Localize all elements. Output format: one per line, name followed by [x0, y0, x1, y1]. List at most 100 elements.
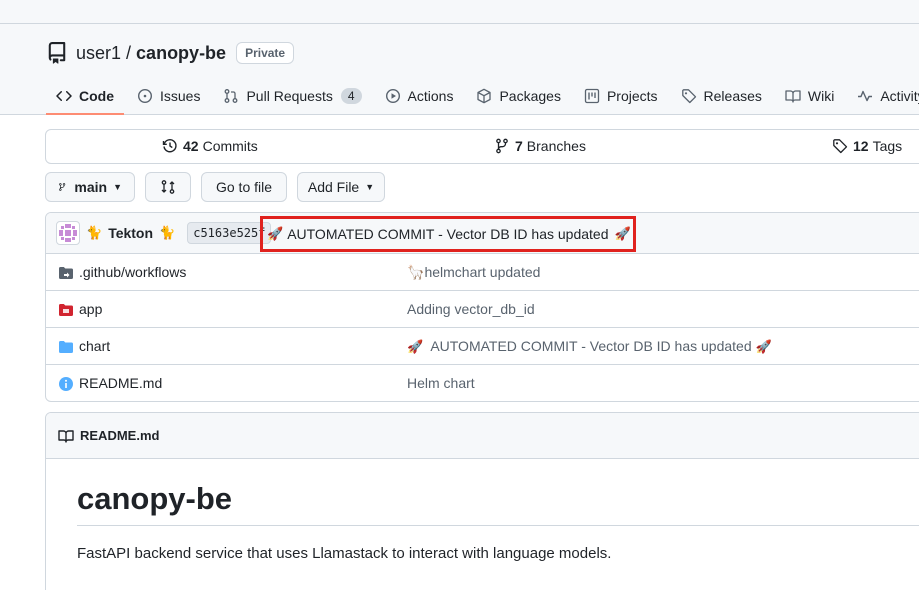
branch-name: main: [74, 179, 108, 195]
readme-divider: [77, 525, 919, 526]
file-browser: 🐈 Tekton 🐈 c5163e525f 🚀 AUTOMATED COMMIT…: [45, 212, 919, 402]
readme-panel: README.md canopy-be FastAPI backend serv…: [45, 412, 919, 590]
repo-title: user1 / canopy-be Private: [46, 40, 295, 66]
file-name[interactable]: app: [79, 301, 102, 317]
repo-header: user1 / canopy-be Private Code Issues Pu…: [0, 24, 919, 115]
tag-icon: [681, 89, 696, 104]
project-icon: [584, 88, 600, 104]
repo-name-link[interactable]: canopy-be: [136, 43, 226, 64]
branches-label: Branches: [526, 138, 586, 154]
tab-issues[interactable]: Issues: [127, 77, 210, 115]
code-toolbar: main ▼ Go to file Add File ▼: [45, 172, 395, 202]
repo-nav-tabs: Code Issues Pull Requests 4 Actions Pack…: [46, 77, 919, 115]
branch-icon: [59, 183, 66, 191]
repo-icon: [48, 42, 66, 64]
tab-releases-label: Releases: [703, 88, 762, 104]
readme-header-label[interactable]: README.md: [80, 428, 159, 443]
latest-commit-message: AUTOMATED COMMIT - Vector DB ID has upda…: [287, 226, 609, 242]
rocket-emoji-icon: 🚀: [267, 226, 284, 241]
info-icon: [59, 377, 73, 391]
file-row-app[interactable]: app Adding vector_db_id: [46, 291, 919, 328]
file-commit-message[interactable]: 🦙helmchart updated: [407, 264, 540, 281]
tab-pull-requests[interactable]: Pull Requests 4: [213, 77, 371, 115]
branch-selector-button[interactable]: main ▼: [45, 172, 135, 202]
tab-pull-requests-label: Pull Requests: [246, 88, 333, 104]
tab-wiki-label: Wiki: [807, 88, 835, 104]
file-commit-message[interactable]: Helm chart: [407, 375, 475, 391]
folder-icon: [59, 341, 73, 353]
commit-author-link[interactable]: Tekton: [108, 225, 153, 241]
llama-emoji-icon: 🦙: [407, 264, 425, 280]
commits-link[interactable]: 42 Commits: [162, 138, 258, 154]
issue-icon: [137, 88, 153, 104]
repo-stats-bar: 42 Commits 7 Branches 12 Tags: [45, 129, 919, 164]
tags-count: 12: [853, 138, 869, 154]
folder-submodule-icon: [59, 304, 73, 316]
file-name-prefix: .github/: [79, 264, 125, 280]
file-row-chart[interactable]: chart 🚀 AUTOMATED COMMIT - Vector DB ID …: [46, 328, 919, 365]
readme-header: README.md: [46, 413, 919, 459]
pull-request-icon: [225, 89, 238, 103]
pull-requests-count-badge: 4: [340, 88, 362, 104]
repo-path-separator: /: [126, 42, 132, 63]
file-name-leaf: workflows: [124, 264, 187, 280]
tab-projects-label: Projects: [606, 88, 658, 104]
actions-play-icon: [385, 88, 400, 104]
compare-branches-button[interactable]: [145, 172, 191, 202]
rocket-emoji-icon: 🚀: [407, 339, 424, 354]
file-commit-message-text: AUTOMATED COMMIT - Vector DB ID has upda…: [430, 338, 752, 354]
book-icon: [58, 429, 74, 443]
code-icon: [56, 90, 72, 102]
tab-wiki[interactable]: Wiki: [775, 77, 844, 115]
tags-label: Tags: [872, 138, 903, 154]
go-to-file-button[interactable]: Go to file: [201, 172, 287, 202]
tags-link[interactable]: 12 Tags: [832, 138, 902, 154]
tab-releases[interactable]: Releases: [671, 77, 772, 115]
readme-title: canopy-be: [77, 481, 233, 516]
branch-icon: [496, 138, 508, 154]
readme-description: FastAPI backend service that uses Llamas…: [77, 545, 612, 562]
tab-projects[interactable]: Projects: [574, 77, 668, 115]
folder-symlink-icon: [59, 267, 73, 279]
file-commit-message-text: helmchart updated: [424, 264, 541, 280]
tab-actions[interactable]: Actions: [375, 77, 464, 115]
go-to-file-label: Go to file: [215, 179, 273, 195]
pulse-icon: [858, 90, 873, 102]
avatar-identicon-icon: [59, 224, 77, 242]
history-icon: [162, 139, 177, 153]
tab-actions-label: Actions: [407, 88, 454, 104]
file-commit-message[interactable]: Adding vector_db_id: [407, 301, 535, 317]
file-name[interactable]: .github/workflows: [79, 264, 186, 280]
file-name[interactable]: chart: [79, 338, 110, 354]
latest-commit-message-highlight[interactable]: 🚀 AUTOMATED COMMIT - Vector DB ID has up…: [260, 216, 636, 252]
file-name[interactable]: README.md: [79, 375, 162, 391]
cat-emoji-icon: 🐈: [86, 225, 103, 240]
tab-packages[interactable]: Packages: [466, 77, 570, 115]
rocket-emoji-icon: 🚀: [614, 226, 631, 241]
tab-packages-label: Packages: [499, 88, 561, 104]
add-file-button[interactable]: Add File ▼: [297, 172, 385, 202]
chevron-down-icon: ▼: [113, 182, 122, 192]
file-row-readme[interactable]: README.md Helm chart: [46, 365, 919, 401]
commits-count: 42: [183, 138, 199, 154]
repo-owner-link[interactable]: user1: [76, 43, 121, 64]
branches-count: 7: [515, 138, 523, 154]
add-file-label: Add File: [307, 179, 360, 195]
book-icon: [785, 90, 801, 103]
visibility-badge: Private: [236, 42, 295, 64]
commit-sha-link[interactable]: c5163e525f: [187, 222, 272, 244]
file-commit-message[interactable]: 🚀 AUTOMATED COMMIT - Vector DB ID has up…: [407, 338, 776, 355]
tab-issues-label: Issues: [160, 88, 201, 104]
cat-emoji-icon: 🐈: [159, 225, 176, 240]
avatar[interactable]: [56, 221, 80, 245]
chevron-down-icon: ▼: [365, 182, 375, 192]
tag-icon: [833, 139, 848, 154]
commits-label: Commits: [202, 138, 258, 154]
file-row-workflows[interactable]: .github/workflows 🦙helmchart updated: [46, 254, 919, 291]
tab-activity[interactable]: Activity: [847, 77, 919, 115]
rocket-emoji-icon: 🚀: [755, 339, 772, 354]
branches-link[interactable]: 7 Branches: [494, 138, 586, 154]
tab-activity-label: Activity: [880, 88, 919, 104]
tab-code[interactable]: Code: [46, 77, 124, 115]
browser-top-strip: [0, 0, 919, 24]
